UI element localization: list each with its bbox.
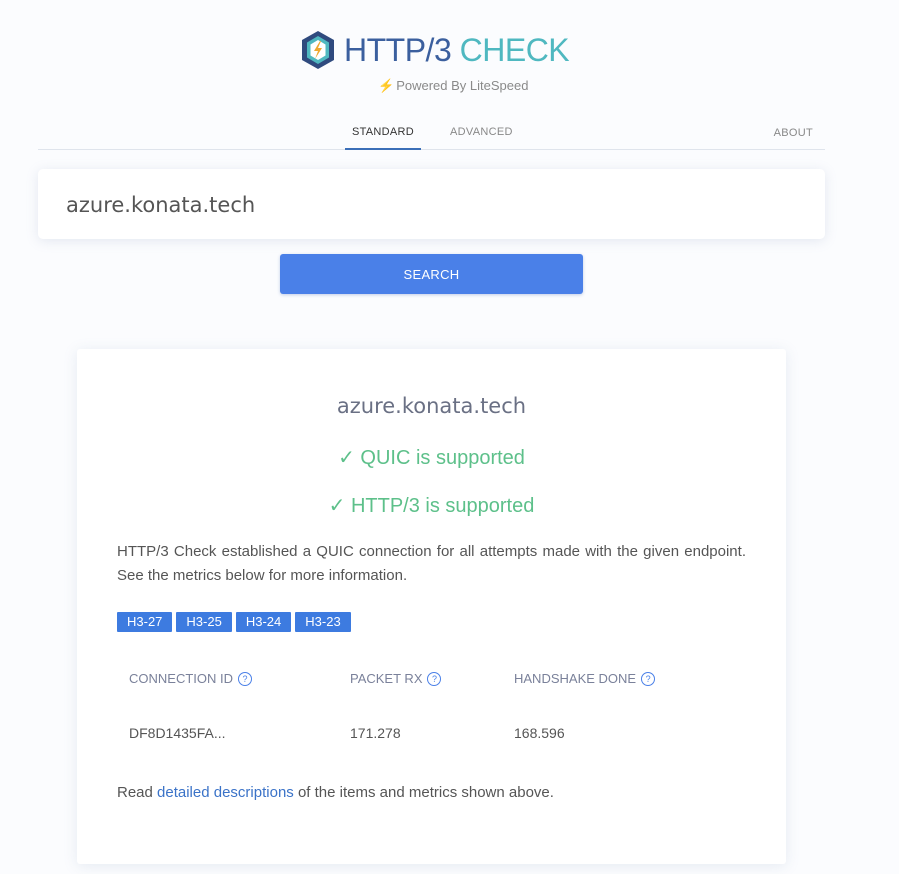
column-header-packet-rx: PACKET RX?	[350, 671, 442, 686]
quic-supported-status: ✓ QUIC is supported	[338, 447, 525, 469]
search-card	[38, 169, 825, 241]
powered-by-text: Powered By LiteSpeed	[396, 78, 529, 93]
brand-title-check: CHECK	[459, 31, 570, 68]
column-header-handshake-done: HANDSHAKE DONE?	[514, 671, 656, 686]
column-header-label: CONNECTION ID	[129, 671, 233, 686]
nav-tabs: STANDARD ADVANCED ABOUT	[38, 118, 825, 150]
help-icon[interactable]: ?	[641, 671, 656, 686]
column-header-connection-id: CONNECTION ID?	[129, 671, 252, 686]
result-card: azure.konata.tech ✓ QUIC is supported ✓ …	[77, 349, 786, 864]
result-description: HTTP/3 Check established a QUIC connecti…	[117, 543, 746, 584]
version-badges: H3-27 H3-25 H3-24 H3-23	[117, 612, 351, 632]
packet-rx-value: 171.278	[350, 725, 401, 741]
read-more-text: Read detailed descriptions of the items …	[117, 784, 554, 801]
brand-title-http3: HTTP/3	[344, 31, 452, 68]
tab-standard[interactable]: STANDARD	[345, 126, 421, 150]
search-button[interactable]: SEARCH	[280, 254, 583, 294]
version-badge[interactable]: H3-25	[176, 612, 232, 632]
help-icon[interactable]: ?	[427, 671, 442, 686]
read-prefix: Read	[117, 784, 158, 801]
version-badge[interactable]: H3-27	[117, 612, 173, 632]
read-suffix: of the items and metrics shown above.	[293, 784, 554, 801]
detailed-descriptions-link[interactable]: detailed descriptions	[157, 784, 294, 801]
http3-supported-status: ✓ HTTP/3 is supported	[328, 495, 535, 517]
version-badge[interactable]: H3-24	[235, 612, 292, 632]
brand-logo[interactable]: HTTP/3 CHECK	[300, 28, 570, 72]
handshake-done-value: 168.596	[514, 725, 565, 741]
powered-by: ⚡ Powered By LiteSpeed	[378, 78, 528, 94]
version-badge[interactable]: H3-23	[295, 612, 351, 632]
column-header-label: HANDSHAKE DONE	[514, 671, 637, 686]
help-icon[interactable]: ?	[238, 671, 252, 686]
litespeed-logo-icon	[302, 31, 334, 69]
column-header-label: PACKET RX	[350, 671, 423, 686]
brand-title: HTTP/3 CHECK	[344, 31, 570, 69]
about-link[interactable]: ABOUT	[774, 127, 813, 139]
connection-id-value: DF8D1435FA...	[129, 725, 226, 741]
search-input[interactable]	[64, 169, 788, 241]
tab-advanced[interactable]: ADVANCED	[450, 126, 513, 138]
bolt-icon: ⚡	[378, 78, 395, 93]
result-domain: azure.konata.tech	[336, 394, 527, 418]
